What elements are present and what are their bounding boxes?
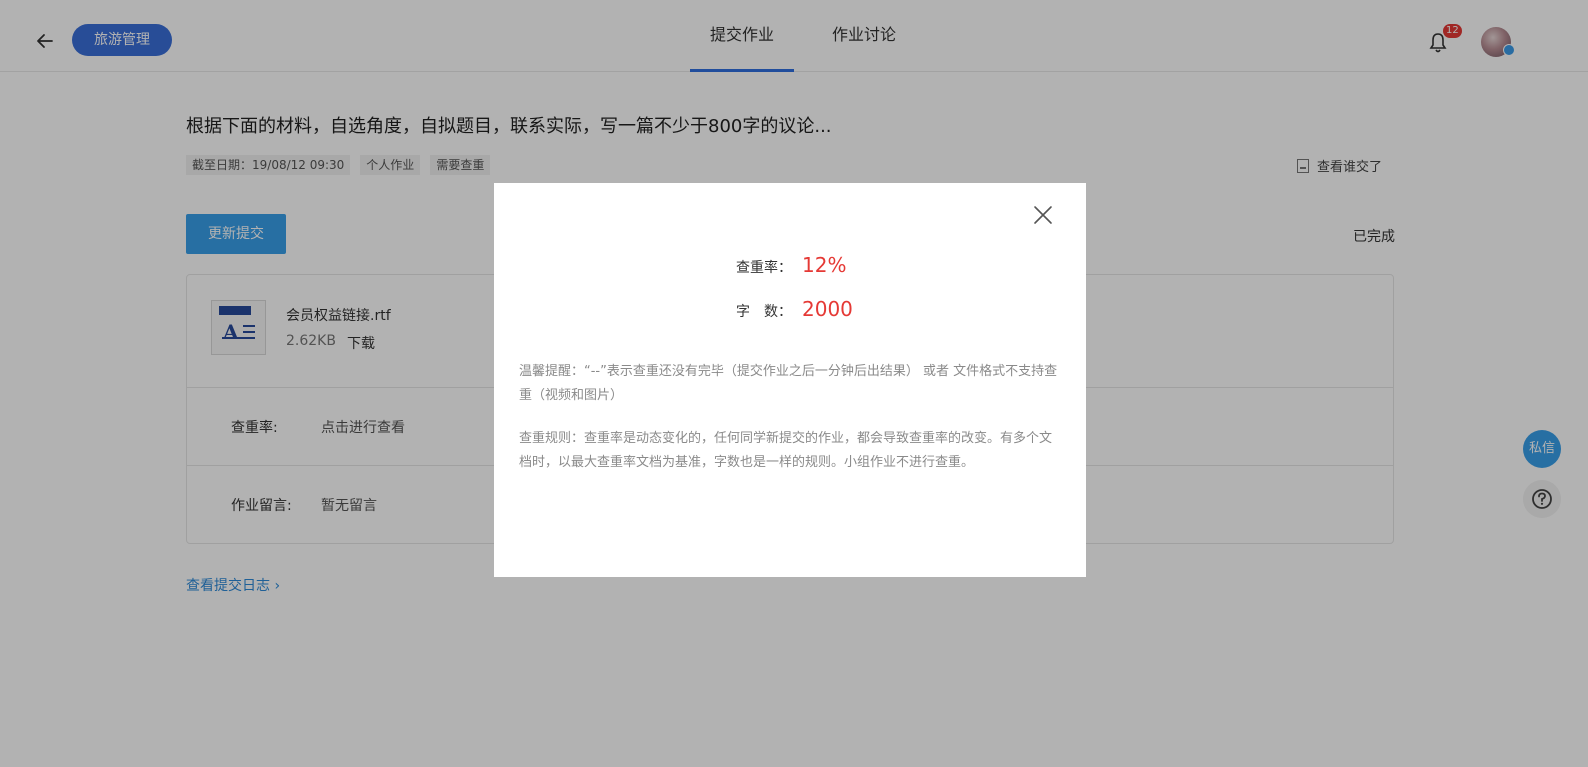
modal-dup-value: 12% (802, 253, 847, 277)
modal-rule: 查重规则：查重率是动态变化的，任何同学新提交的作业，都会导致查重率的改变。有多个… (519, 431, 1053, 470)
modal-tip: 温馨提醒：“--”表示查重还没有完毕（提交作业之后一分钟后出结果） 或者 文件格… (519, 364, 1058, 403)
modal-words-value: 2000 (802, 297, 853, 321)
duplicate-check-modal: 查重率： 12% 字 数： 2000 温馨提醒：“--”表示查重还没有完毕（提交… (494, 183, 1086, 577)
modal-dup-label: 查重率： (736, 260, 792, 276)
modal-words-label: 字 数： (736, 304, 792, 320)
close-icon[interactable] (1031, 203, 1055, 227)
